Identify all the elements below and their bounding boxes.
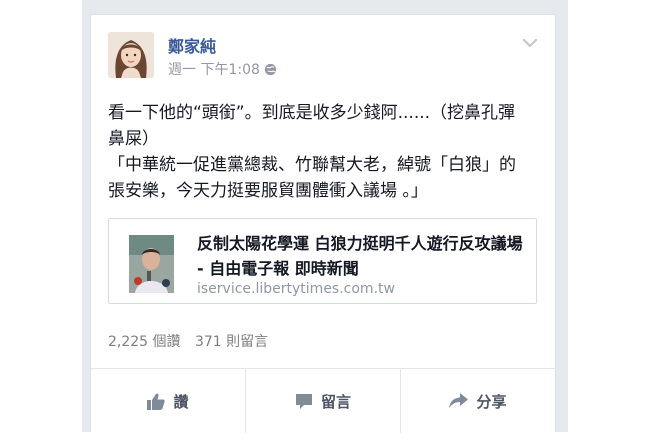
- post-text-line: 「中華統一促進黨總裁、竹聯幫大老，綽號「白狼」的: [108, 155, 516, 175]
- post-stats: 2,225 個讚 371 則留言: [108, 331, 278, 351]
- chevron-down-icon[interactable]: [522, 38, 538, 48]
- post-text-line: 鼻屎）: [108, 129, 159, 149]
- post-text: 看一下他的“頭銜”。到底是收多少錢阿......（挖鼻孔彈 鼻屎） 「中華統一促…: [108, 100, 548, 204]
- page-margin-left: [0, 0, 82, 432]
- like-button[interactable]: 讚: [91, 369, 246, 433]
- globe-icon: [264, 63, 276, 75]
- page-margin-right: [568, 0, 650, 432]
- share-button[interactable]: 分享: [401, 369, 555, 433]
- post-card: 鄭家純 週一 下午1:08 看一下他的“頭銜”。到底是收多少錢阿......（挖…: [90, 14, 556, 433]
- like-label: 讚: [173, 392, 189, 411]
- avatar-image: [108, 32, 154, 78]
- link-title[interactable]: 反制太陽花學運 白狼力挺明千人遊行反攻議場 - 自由電子報 即時新聞: [197, 231, 527, 281]
- post-author[interactable]: 鄭家純: [168, 33, 216, 57]
- share-icon: [449, 393, 469, 408]
- comment-label: 留言: [320, 392, 351, 411]
- post-timestamp[interactable]: 週一 下午1:08: [168, 59, 260, 79]
- link-thumbnail-image: [129, 235, 174, 293]
- link-domain: iservice.libertytimes.com.tw: [197, 281, 395, 297]
- link-thumbnail: [129, 235, 174, 293]
- share-label: 分享: [476, 392, 507, 411]
- post-text-line: 看一下他的“頭銜”。到底是收多少錢阿......（挖鼻孔彈: [108, 103, 516, 123]
- comments-count[interactable]: 371 則留言: [195, 334, 268, 350]
- thumbs-up-icon: [147, 393, 166, 410]
- avatar[interactable]: [108, 32, 154, 78]
- post-text-line: 張安樂，今天力挺要服貿團體衝入議場 。」: [108, 181, 428, 201]
- link-preview[interactable]: 反制太陽花學運 白狼力挺明千人遊行反攻議場 - 自由電子報 即時新聞 iserv…: [108, 218, 537, 304]
- post-meta: 週一 下午1:08: [168, 59, 277, 79]
- comment-button[interactable]: 留言: [246, 369, 401, 433]
- comment-icon: [295, 393, 312, 409]
- action-bar: 讚 留言 分享: [91, 369, 555, 433]
- likes-count[interactable]: 2,225 個讚: [108, 334, 181, 350]
